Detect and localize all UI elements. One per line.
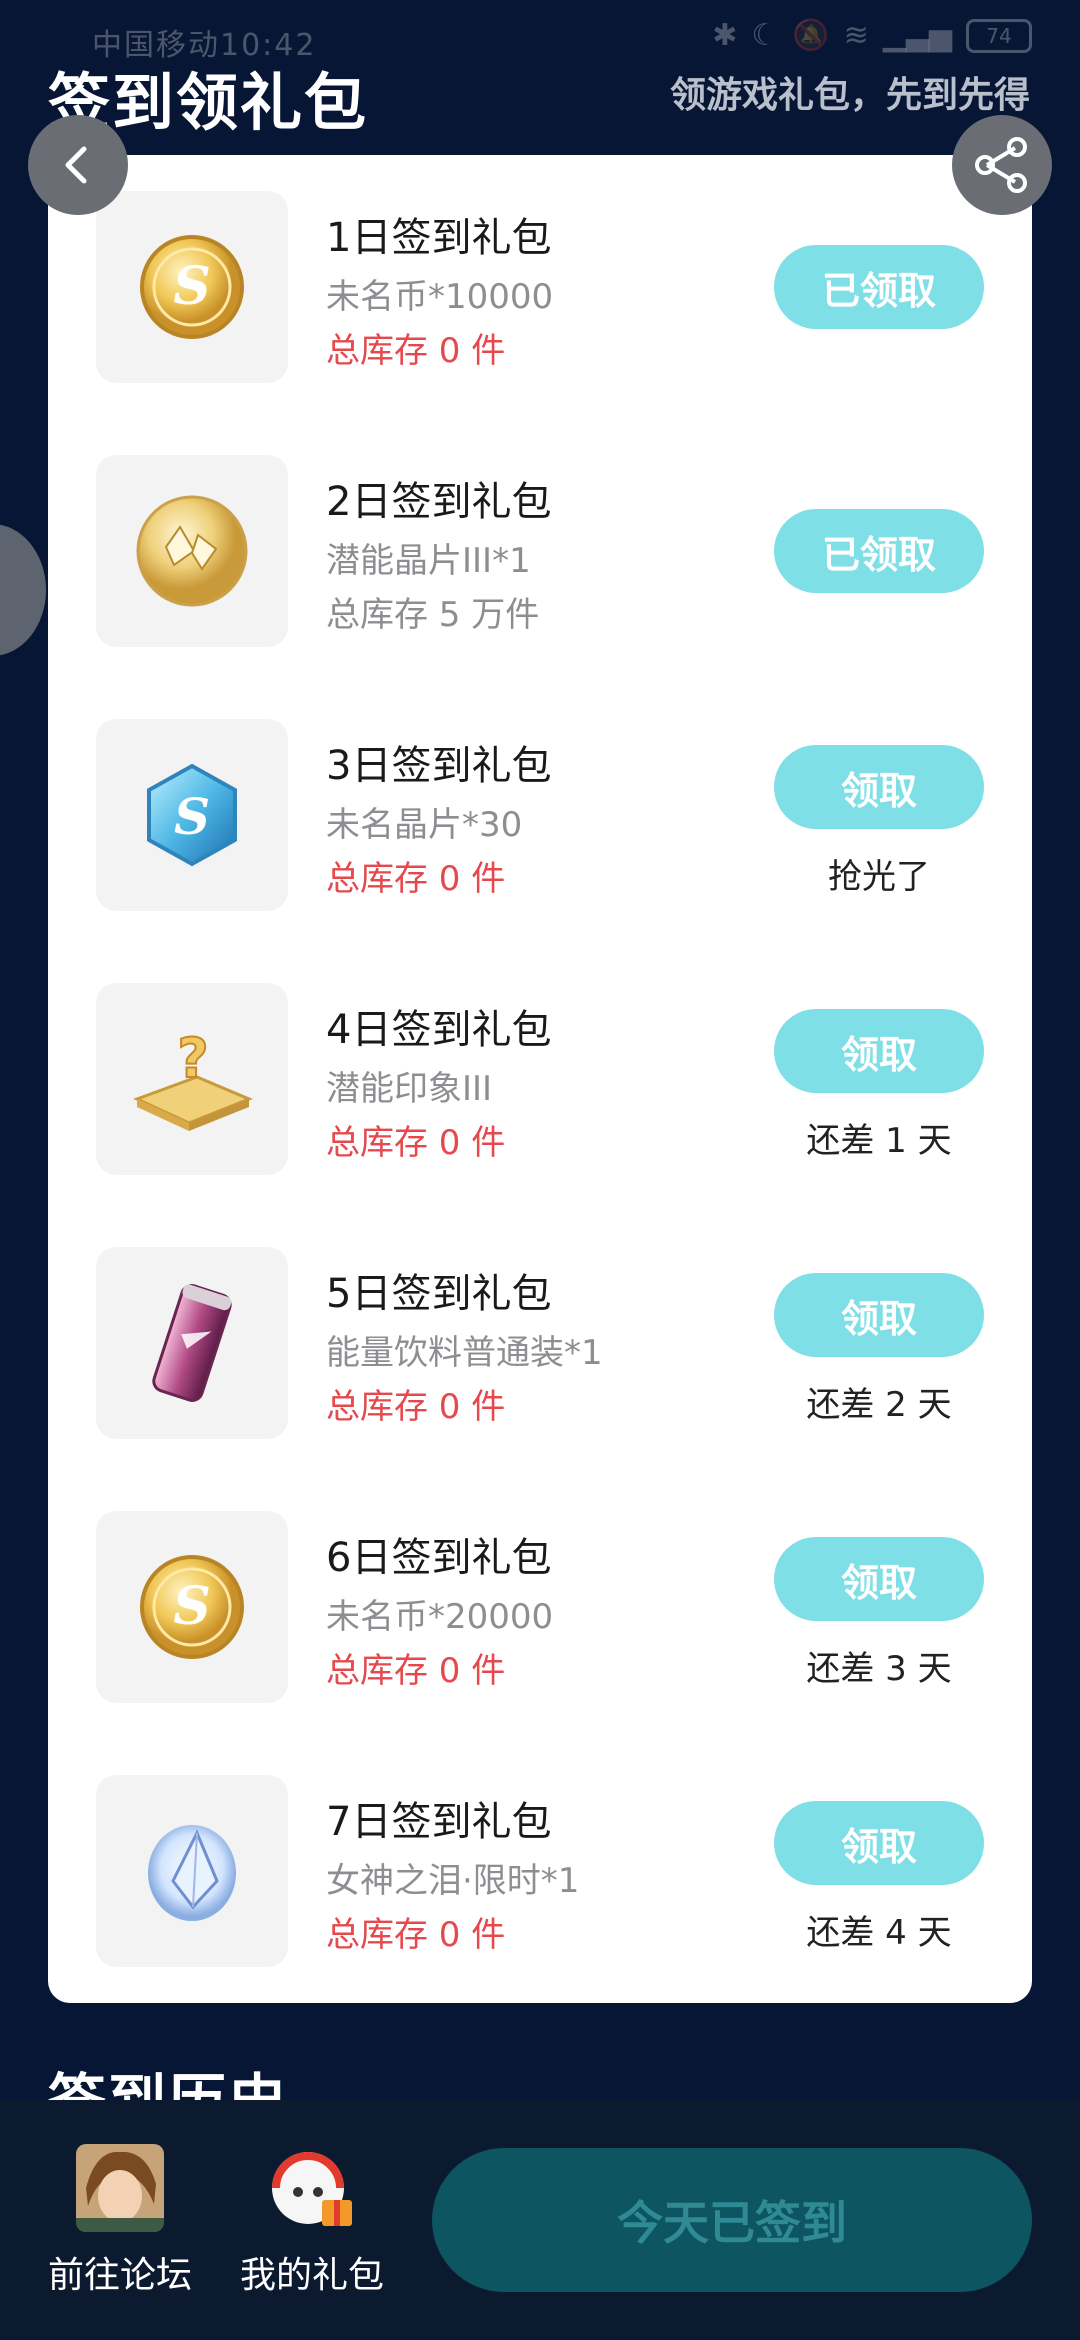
- gift-row-day-6: S 6日签到礼包 未名币*20000 总库存 0 件 领取 还差 3 天: [48, 1511, 1032, 1711]
- gift-item: 潜能印象III: [326, 1069, 493, 1109]
- my-gifts-button[interactable]: 我的礼包: [232, 2144, 392, 2298]
- gift-stock: 总库存 0 件: [326, 1387, 506, 1427]
- claimed-button[interactable]: 已领取: [774, 245, 984, 329]
- forum-label: 前往论坛: [47, 2255, 192, 2296]
- gift-thumbnail: S: [96, 191, 288, 383]
- back-button[interactable]: [28, 115, 128, 215]
- gift-thumbnail: [96, 455, 288, 647]
- mystery-card-icon: ?: [133, 1026, 253, 1131]
- gift-name: 3日签到礼包: [326, 743, 552, 789]
- gift-stock: 总库存 0 件: [326, 1915, 506, 1955]
- gift-item: 女神之泪·限时*1: [326, 1861, 580, 1901]
- hexagon-chip-icon: S: [147, 763, 237, 867]
- claim-button[interactable]: 领取: [774, 1801, 984, 1885]
- wifi-icon: ≋: [843, 18, 869, 53]
- gift-status-note: 还差 1 天: [806, 1121, 952, 1161]
- gift-row-day-1: S 1日签到礼包 未名币*10000 总库存 0 件 已领取: [48, 191, 1032, 391]
- crystal-coin-icon: [136, 495, 248, 607]
- gift-name: 1日签到礼包: [326, 215, 552, 261]
- gift-status-note: 抢光了: [828, 857, 930, 897]
- gift-stock: 总库存 0 件: [326, 1651, 506, 1691]
- history-section: 签到历史: [0, 2040, 1080, 2102]
- gift-list-card: S 1日签到礼包 未名币*10000 总库存 0 件 已领取 2日签到礼包 潜能…: [48, 155, 1032, 2003]
- mute-icon: 🔕: [792, 18, 830, 53]
- gift-thumbnail: [96, 1247, 288, 1439]
- gift-item: 潜能晶片III*1: [326, 541, 531, 581]
- chevron-left-icon: [65, 146, 87, 184]
- claim-button[interactable]: 领取: [774, 1273, 984, 1357]
- gift-status-note: 还差 2 天: [806, 1385, 952, 1425]
- forum-button[interactable]: 前往论坛: [40, 2144, 200, 2298]
- moon-icon: ☾: [751, 18, 779, 53]
- gift-name: 6日签到礼包: [326, 1535, 552, 1581]
- svg-text:S: S: [173, 256, 211, 317]
- gift-thumbnail: [96, 1775, 288, 1967]
- tear-gem-icon: [148, 1825, 236, 1921]
- gift-row-day-2: 2日签到礼包 潜能晶片III*1 总库存 5 万件 已领取: [48, 455, 1032, 655]
- gift-stock: 总库存 5 万件: [326, 595, 540, 635]
- claimed-button[interactable]: 已领取: [774, 509, 984, 593]
- gift-thumbnail: S: [96, 719, 288, 911]
- gift-name: 2日签到礼包: [326, 479, 552, 525]
- gift-item: 未名晶片*30: [326, 805, 523, 845]
- coin-icon: S: [140, 235, 244, 339]
- battery-icon: 74: [966, 18, 1032, 53]
- page: 中国移动10:42 ✱ ☾ 🔕 ≋ ▁▃▅ 74 签到领礼包 领游戏礼包，先到先…: [0, 0, 1080, 2340]
- coin-icon: S: [140, 1555, 244, 1659]
- gift-row-day-5: 5日签到礼包 能量饮料普通装*1 总库存 0 件 领取 还差 2 天: [48, 1247, 1032, 1447]
- signed-in-today-button[interactable]: 今天已签到: [432, 2148, 1032, 2292]
- my-gifts-label: 我的礼包: [239, 2255, 384, 2296]
- gift-name: 4日签到礼包: [326, 1007, 552, 1053]
- gift-thumbnail: S: [96, 1511, 288, 1703]
- gift-stock: 总库存 0 件: [326, 1123, 506, 1163]
- signal-icon: ▁▃▅: [882, 18, 952, 53]
- gift-stock: 总库存 0 件: [326, 859, 506, 899]
- gift-status-note: 还差 3 天: [806, 1649, 952, 1689]
- gift-row-day-3: S 3日签到礼包 未名晶片*30 总库存 0 件 领取 抢光了: [48, 719, 1032, 919]
- share-button[interactable]: [952, 115, 1052, 215]
- share-icon: [975, 137, 1027, 193]
- claim-button[interactable]: 领取: [774, 1009, 984, 1093]
- gift-item: 能量饮料普通装*1: [326, 1333, 603, 1373]
- bluetooth-icon: ✱: [712, 18, 738, 53]
- gift-name: 7日签到礼包: [326, 1799, 552, 1845]
- page-subtitle: 领游戏礼包，先到先得: [669, 75, 1030, 116]
- floating-assistant-button[interactable]: [0, 524, 46, 656]
- svg-text:S: S: [173, 1576, 211, 1637]
- gift-stock: 总库存 0 件: [326, 331, 506, 371]
- my-gifts-avatar-icon: [268, 2144, 356, 2232]
- status-icons: ✱ ☾ 🔕 ≋ ▁▃▅ 74: [712, 18, 1032, 53]
- forum-avatar-icon: [76, 2144, 164, 2232]
- energy-drink-icon: [152, 1284, 232, 1402]
- gift-item: 未名币*20000: [326, 1597, 554, 1637]
- history-title: 签到历史: [48, 2067, 289, 2102]
- gift-name: 5日签到礼包: [326, 1271, 552, 1317]
- claim-button[interactable]: 领取: [774, 745, 984, 829]
- bottom-bar: 前往论坛 我的礼包 今天已签到: [0, 2100, 1080, 2340]
- gift-row-day-7: 7日签到礼包 女神之泪·限时*1 总库存 0 件 领取 还差 4 天: [48, 1775, 1032, 1975]
- gift-row-day-4: ? 4日签到礼包 潜能印象III 总库存 0 件 领取 还差 1 天: [48, 983, 1032, 1183]
- gift-thumbnail: ?: [96, 983, 288, 1175]
- gift-item: 未名币*10000: [326, 277, 554, 317]
- gift-status-note: 还差 4 天: [806, 1913, 952, 1953]
- svg-text:?: ?: [177, 1027, 208, 1090]
- claim-button[interactable]: 领取: [774, 1537, 984, 1621]
- svg-text:S: S: [174, 787, 210, 846]
